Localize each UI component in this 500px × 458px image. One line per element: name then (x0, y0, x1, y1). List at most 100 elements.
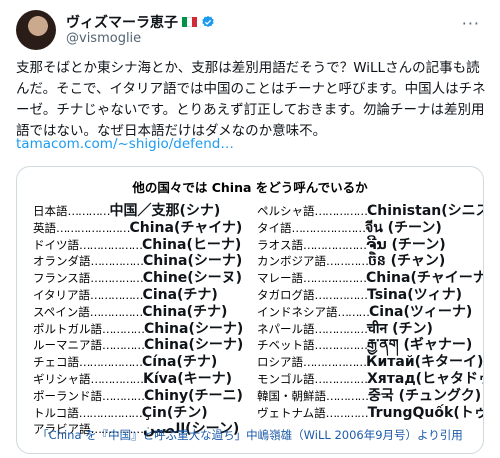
language-row: 韓国・朝鮮語………… 중국 (チュングク) (257, 387, 482, 405)
more-options-icon[interactable]: ··· (462, 14, 480, 33)
language-name: Chinistan(シニスタン) (367, 203, 483, 219)
language-dots: ………… (102, 338, 145, 353)
language-lang: タガログ語 (257, 287, 315, 302)
language-row: フランス語…………… Chine(シーヌ) (33, 270, 255, 287)
language-row: 日本語………… 中国／支那(シナ) (33, 203, 255, 220)
language-dots: ………… (326, 254, 369, 269)
post-link[interactable]: tamacom.com/~shigio/defend… (16, 136, 234, 152)
language-name: China(チャイーナ) (366, 270, 484, 287)
language-lang: 韓国・朝鮮語 (257, 388, 326, 403)
language-row: ネパール語…………… चीन (チン) (257, 321, 479, 338)
language-row: 英語………………… China(チャイナ) (33, 220, 255, 237)
language-lang: タイ語 (257, 220, 292, 235)
language-lang: ヴェトナム語 (257, 405, 326, 420)
language-lang: ギリシャ語 (33, 371, 91, 386)
language-lang: フランス語 (33, 271, 91, 286)
language-dots: ………………… (291, 220, 366, 235)
language-name: 중국 (チュングク) (368, 387, 482, 404)
language-lang: モンゴル語 (257, 371, 315, 386)
language-dots: ……………… (78, 405, 143, 420)
language-name: TrungQuốk(トゥルンコック) (367, 404, 483, 421)
language-lang: ネパール語 (257, 321, 315, 336)
language-dots: …………… (90, 254, 144, 269)
language-lang: ルーマニア語 (33, 338, 102, 353)
language-dots: ……… (337, 304, 370, 319)
language-row: ラオス語……………… ຈີນ (チーン) (257, 237, 479, 254)
language-dots: …………… (90, 287, 143, 302)
language-lang: ロシア語 (257, 355, 303, 370)
language-row: チェコ語……………… Cína(チナ) (33, 354, 255, 371)
language-name: Cina(チナ) (142, 286, 218, 303)
language-row: イタリア語…………… Cina(チナ) (33, 287, 255, 304)
language-row: ポーランド語………… Chiny(チーニ) (33, 388, 255, 405)
language-dots: ………… (102, 388, 145, 403)
language-dots: ………………… (56, 220, 130, 235)
language-dots: ……………… (79, 355, 143, 370)
language-lang: チェコ語 (33, 355, 79, 370)
author-name-row: ヴィズマーラ恵子 (66, 12, 215, 32)
language-row: スペイン語…………… China(チナ) (33, 304, 255, 321)
language-dots: …………… (314, 287, 368, 302)
language-dots: …………… (89, 304, 143, 319)
language-dots: …………… (90, 271, 143, 286)
language-name: Kíva(キーナ) (143, 370, 233, 387)
language-lang: 英語 (33, 220, 56, 235)
language-row: ロシア語……………… Китай(キターイ) (257, 354, 483, 371)
language-name: China(シーナ) (143, 253, 243, 270)
language-name: จีน (チーン) (365, 219, 442, 236)
language-name: China(シーナ) (144, 320, 244, 337)
language-name: China(シーナ) (144, 337, 244, 354)
author-handle[interactable]: @vismoglie (66, 31, 141, 46)
language-dots: …………… (314, 204, 368, 218)
language-lang: スペイン語 (33, 304, 90, 319)
language-dots: ……………… (303, 271, 367, 286)
language-lang: ラオス語 (257, 237, 303, 252)
language-row: ドイツ語……………… China(ヒーナ) (33, 237, 255, 254)
right-column: ペルシャ語……………Chinistan(シニスタン)タイ語…………………จีน … (257, 203, 483, 422)
language-name: China(チャイナ) (129, 219, 243, 236)
language-row: ペルシャ語……………Chinistan(シニスタン) (257, 203, 483, 220)
left-column: 日本語………… 中国／支那(シナ) 英語………………… China(チャイナ) ドイツ語… (33, 203, 255, 438)
language-row: チベット語…………… རྒྱ་ནག (ギャナー) (257, 337, 479, 354)
language-row: ルーマニア語………… China(シーナ) (33, 337, 255, 354)
language-lang: トルコ語 (33, 405, 79, 420)
language-name: China(ヒーナ) (142, 236, 242, 253)
card-title: 他の国々では China をどう呼んでいるか (132, 180, 368, 195)
language-name: རྒྱ་ནག (ギャナー) (367, 337, 473, 354)
language-lang: イタリア語 (33, 287, 91, 302)
language-name: Cína(チナ) (142, 354, 218, 371)
language-lang: ドイツ語 (33, 237, 79, 252)
language-name: ຈີນ (チーン) (366, 236, 446, 253)
author-name[interactable]: ヴィズマーラ恵子 (66, 12, 178, 32)
language-row: マレー語……………… China(チャイーナ) (257, 270, 483, 287)
language-dots: ……………… (79, 237, 143, 252)
language-row: オランダ語…………… China(シーナ) (33, 253, 255, 270)
language-name: Çin(チン) (141, 404, 208, 421)
card-caption: 「China を『中国』と呼ぶ重大な過ち」中嶋嶺雄（WiLL 2006年9月号）… (37, 428, 463, 442)
language-name: China(チナ) (142, 303, 228, 320)
language-row: トルコ語……………… Çin(チン) (33, 405, 255, 422)
media-card[interactable]: 他の国々では China をどう呼んでいるか 日本語………… 中国／支那(シナ) 英… (16, 166, 484, 454)
language-row: タガログ語…………… Tsina(ツィナ) (257, 287, 479, 304)
language-row: インドネシア語……… Cina(ツィーナ) (257, 304, 479, 321)
language-dots: …………… (314, 321, 368, 336)
language-dots: …………… (314, 338, 368, 353)
language-row: ヴェトナム語…………TrungQuốk(トゥルンコック) (257, 405, 483, 422)
language-lang: インドネシア語 (257, 304, 338, 319)
language-dots: ………… (102, 321, 145, 336)
verified-badge-icon (202, 15, 214, 28)
language-lang: カンボジア語 (257, 254, 326, 269)
post-text: 支那そばとか東シナ海とか、支那は差別用語だそうで？WiLLさんの記事も読んだ。そ… (16, 60, 486, 139)
language-dots: ……………… (303, 355, 367, 370)
language-row: モンゴル語……………Хятад(ヒャタドゥ) (257, 371, 483, 388)
language-name: Tsina(ツィナ) (367, 286, 463, 303)
language-dots: ……………… (303, 237, 367, 252)
language-name: ចិន (チャン) (368, 253, 446, 270)
avatar[interactable] (16, 10, 56, 50)
language-lang: 日本語 (33, 204, 68, 218)
language-name: Cina(ツィーナ) (369, 303, 473, 320)
language-dots: …………… (90, 371, 144, 386)
language-dots: ………… (325, 405, 369, 420)
language-name: Chiny(チーニ) (144, 387, 243, 404)
language-dots: ………… (67, 204, 111, 218)
